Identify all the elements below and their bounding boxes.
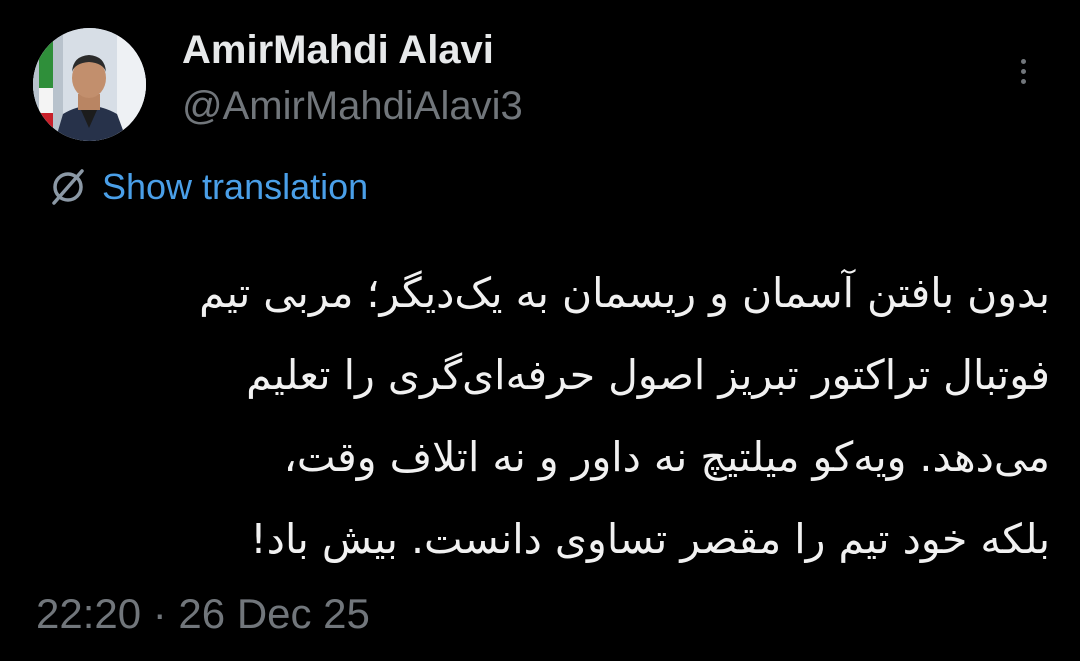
user-handle[interactable]: @AmirMahdiAlavi3: [182, 80, 523, 132]
display-name[interactable]: AmirMahdi Alavi: [182, 24, 494, 76]
tweet-text-line: فوتبال تراکتور تبریز اصول حرفه‌ای‌گری را…: [246, 351, 1050, 399]
avatar[interactable]: [33, 28, 146, 141]
tweet-text: بدون بافتن آسمان و ریسمان به یک‌دیگر؛ مر…: [60, 252, 1050, 580]
tweet-text-line: بدون بافتن آسمان و ریسمان به یک‌دیگر؛ مر…: [199, 269, 1050, 317]
more-vertical-icon-dot: [1020, 68, 1026, 74]
tweet-timestamp[interactable]: 22:20 · 26 Dec 25: [36, 588, 370, 640]
show-translation-label: Show translation: [102, 166, 369, 207]
more-vertical-icon-dot: [1020, 78, 1026, 84]
profile-photo: [33, 28, 146, 141]
tweet-text-line: بلکه خود تیم را مقصر تساوی دانست. بیش با…: [250, 515, 1050, 563]
more-vertical-icon: [1020, 58, 1026, 64]
show-translation-button[interactable]: Show translation: [46, 160, 368, 214]
more-options-button[interactable]: [1004, 48, 1042, 94]
tweet-text-line: می‌دهد. ویه‌کو میلتیچ نه داور و نه اتلاف…: [283, 433, 1050, 481]
globe-translate-icon: [46, 165, 90, 209]
